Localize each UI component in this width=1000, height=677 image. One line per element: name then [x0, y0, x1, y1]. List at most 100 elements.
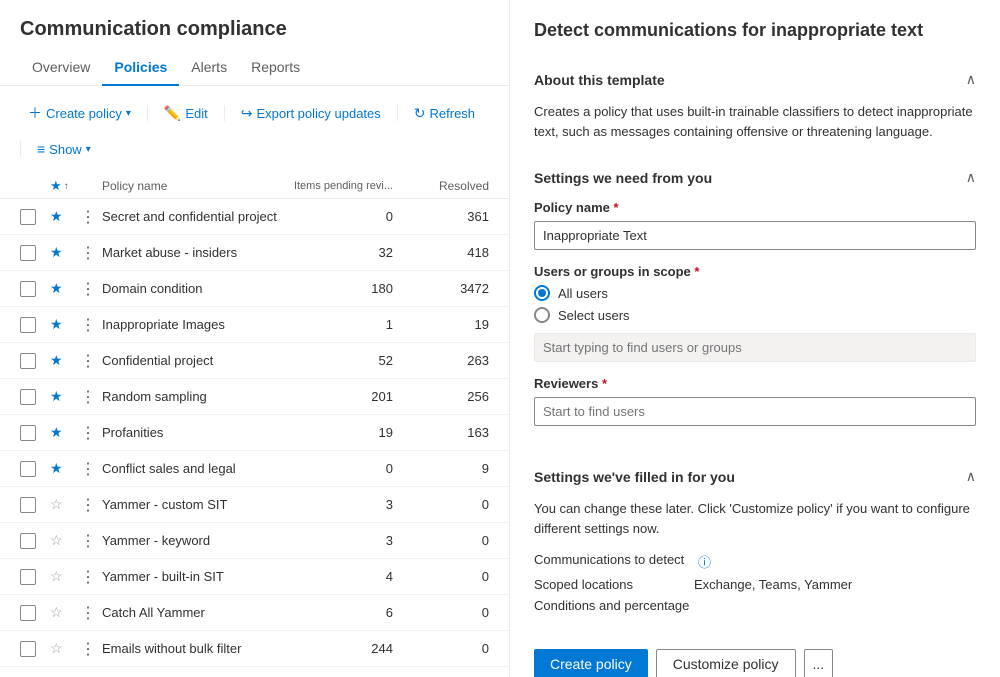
row-checkbox-4[interactable] — [20, 353, 36, 369]
create-policy-button[interactable]: ＋ Create policy ▾ — [20, 98, 139, 128]
policy-name-cell-1: Market abuse - insiders — [102, 245, 289, 260]
edit-button[interactable]: ✏️ Edit — [156, 100, 216, 127]
star-icon-5[interactable]: ★ — [50, 388, 63, 404]
row-dots-menu-5[interactable]: ⋮ — [76, 387, 100, 408]
table-row[interactable]: ☆ ⋮ Yammer - keyword 3 0 — [0, 523, 509, 559]
star-icon-10[interactable]: ☆ — [50, 568, 63, 584]
pending-cell-7: 0 — [289, 461, 409, 476]
star-icon-8[interactable]: ☆ — [50, 496, 63, 512]
show-button[interactable]: ≡ Show ▾ — [29, 136, 99, 162]
star-icon-11[interactable]: ☆ — [50, 604, 63, 620]
reviewers-input[interactable] — [534, 397, 976, 426]
table-header: ★ ↑ Policy name Items pending revi... Re… — [0, 174, 509, 199]
more-options-button[interactable]: ... — [804, 649, 834, 677]
row-checkbox-5[interactable] — [20, 389, 36, 405]
table-row[interactable]: ★ ⋮ Domain condition 180 3472 — [0, 271, 509, 307]
row-dots-menu-3[interactable]: ⋮ — [76, 315, 100, 336]
star-icon-0[interactable]: ★ — [50, 208, 63, 224]
row-checkbox-2[interactable] — [20, 281, 36, 297]
row-checkbox-0[interactable] — [20, 209, 36, 225]
radio-select-users-indicator — [534, 307, 550, 323]
row-dots-menu-11[interactable]: ⋮ — [76, 603, 100, 624]
star-icon-4[interactable]: ★ — [50, 352, 63, 368]
star-icon-6[interactable]: ★ — [50, 424, 63, 440]
policy-name-cell-6: Profanities — [102, 425, 289, 440]
table-row[interactable]: ★ ⋮ Profanities 19 163 — [0, 415, 509, 451]
row-checkbox-6[interactable] — [20, 425, 36, 441]
pending-cell-4: 52 — [289, 353, 409, 368]
table-row[interactable]: ☆ ⋮ Yammer - built-in SIT 4 0 — [0, 559, 509, 595]
row-checkbox-10[interactable] — [20, 569, 36, 585]
row-checkbox-11[interactable] — [20, 605, 36, 621]
settings-needed-header[interactable]: Settings we need from you ∧ — [534, 155, 976, 200]
settings-needed-content: Policy name * Users or groups in scope *… — [534, 200, 976, 454]
row-dots-menu-9[interactable]: ⋮ — [76, 531, 100, 552]
list-icon: ≡ — [37, 141, 45, 157]
scoped-locations-label: Scoped locations — [534, 577, 694, 592]
create-policy-button[interactable]: Create policy — [534, 649, 648, 677]
customize-policy-button[interactable]: Customize policy — [656, 649, 796, 677]
refresh-button[interactable]: ↻ Refresh — [406, 100, 483, 127]
resolved-cell-10: 0 — [409, 569, 489, 584]
row-dots-menu-6[interactable]: ⋮ — [76, 423, 100, 444]
star-icon-12[interactable]: ☆ — [50, 640, 63, 656]
bottom-actions: Create policy Customize policy ... — [534, 649, 976, 677]
table-row[interactable]: ☆ ⋮ Yammer - custom SIT 3 0 — [0, 487, 509, 523]
row-dots-menu-2[interactable]: ⋮ — [76, 279, 100, 300]
left-panel: Communication compliance Overview Polici… — [0, 0, 510, 677]
scope-select-users-radio[interactable]: Select users — [534, 307, 976, 323]
radio-all-users-indicator — [534, 285, 550, 301]
row-dots-menu-10[interactable]: ⋮ — [76, 567, 100, 588]
table-row[interactable]: ☆ ⋮ Catch All Yammer 6 0 — [0, 595, 509, 631]
edit-icon: ✏️ — [164, 105, 181, 122]
star-icon-7[interactable]: ★ — [50, 460, 63, 476]
table-row[interactable]: ★ ⋮ Market abuse - insiders 32 418 — [0, 235, 509, 271]
table-row[interactable]: ★ ⋮ Random sampling 201 256 — [0, 379, 509, 415]
settings-filled-section: Settings we've filled in for you ∧ You c… — [534, 454, 976, 633]
row-checkbox-8[interactable] — [20, 497, 36, 513]
table-row[interactable]: ★ ⋮ Secret and confidential project 0 36… — [0, 199, 509, 235]
row-checkbox-9[interactable] — [20, 533, 36, 549]
export-button[interactable]: ↪ Export policy updates — [233, 100, 389, 127]
table-row[interactable]: ★ ⋮ Inappropriate Images 1 19 — [0, 307, 509, 343]
star-icon-9[interactable]: ☆ — [50, 532, 63, 548]
tab-alerts[interactable]: Alerts — [179, 49, 239, 85]
resolved-cell-8: 0 — [409, 497, 489, 512]
star-icon-2[interactable]: ★ — [50, 280, 63, 296]
row-checkbox-3[interactable] — [20, 317, 36, 333]
settings-filled-content: You can change these later. Click 'Custo… — [534, 499, 976, 633]
row-dots-menu-4[interactable]: ⋮ — [76, 351, 100, 372]
tab-overview[interactable]: Overview — [20, 49, 102, 85]
policy-name-cell-11: Catch All Yammer — [102, 605, 289, 620]
tab-reports[interactable]: Reports — [239, 49, 312, 85]
row-dots-menu-8[interactable]: ⋮ — [76, 495, 100, 516]
resolved-cell-4: 263 — [409, 353, 489, 368]
tab-policies[interactable]: Policies — [102, 49, 179, 85]
row-checkbox-7[interactable] — [20, 461, 36, 477]
header-resolved[interactable]: Resolved — [409, 179, 489, 193]
header-pending[interactable]: Items pending revi... — [289, 180, 409, 192]
scope-radio-group: All users Select users — [534, 285, 976, 323]
scope-search-input[interactable] — [534, 333, 976, 362]
table-row[interactable]: ☆ ⋮ Emails without bulk filter 244 0 — [0, 631, 509, 667]
header-star-col[interactable]: ★ ↑ — [50, 178, 76, 194]
row-dots-menu-12[interactable]: ⋮ — [76, 639, 100, 660]
header-policy-name[interactable]: Policy name — [102, 179, 289, 193]
settings-filled-header[interactable]: Settings we've filled in for you ∧ — [534, 454, 976, 499]
row-checkbox-1[interactable] — [20, 245, 36, 261]
policy-name-input[interactable] — [534, 221, 976, 250]
about-section-header[interactable]: About this template ∧ — [534, 57, 976, 102]
star-icon-3[interactable]: ★ — [50, 316, 63, 332]
table-row[interactable]: ★ ⋮ Conflict sales and legal 0 9 — [0, 451, 509, 487]
row-dots-menu-7[interactable]: ⋮ — [76, 459, 100, 480]
reviewers-required-marker: * — [602, 376, 607, 391]
scope-all-users-radio[interactable]: All users — [534, 285, 976, 301]
policy-name-field: Policy name * — [534, 200, 976, 250]
row-dots-menu-0[interactable]: ⋮ — [76, 207, 100, 228]
info-icon[interactable]: ⓘ — [698, 552, 711, 571]
table-row[interactable]: ★ ⋮ Confidential project 52 263 — [0, 343, 509, 379]
star-icon-1[interactable]: ★ — [50, 244, 63, 260]
row-checkbox-12[interactable] — [20, 641, 36, 657]
row-dots-menu-1[interactable]: ⋮ — [76, 243, 100, 264]
required-marker: * — [614, 200, 619, 215]
